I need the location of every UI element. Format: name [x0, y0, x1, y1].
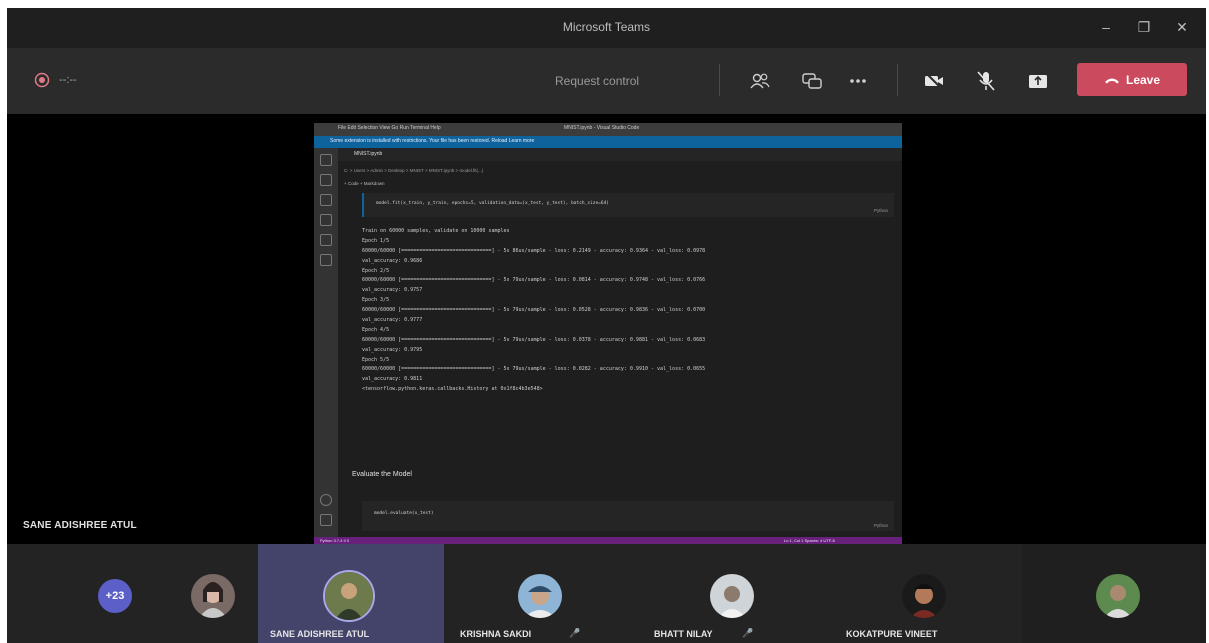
participant-tile-active[interactable]: SANE ADISHREE ATUL: [258, 544, 444, 643]
debug-icon: [320, 214, 332, 226]
phone-hangup-icon: [1104, 78, 1119, 83]
extensions-icon: [320, 234, 332, 246]
output-line: Epoch 2/5: [362, 267, 390, 274]
maximize-icon[interactable]: ❐: [1131, 16, 1157, 38]
participant-tile[interactable]: [167, 544, 257, 643]
account-icon: [320, 494, 332, 506]
explorer-icon: [320, 154, 332, 166]
recording-icon: [34, 72, 50, 88]
participant-tile[interactable]: BHATT NILAY 🎤: [630, 544, 816, 643]
participant-tile[interactable]: KOKATPURE VINEET: [816, 544, 1022, 643]
source-control-icon: [320, 194, 332, 206]
vscode-menu: File Edit Selection View Go Run Terminal…: [338, 125, 441, 131]
vscode-notification-banner: Some extension is installed with restric…: [314, 136, 902, 148]
output-line: 60000/60000 [===========================…: [362, 247, 706, 254]
participant-name: SANE ADISHREE ATUL: [270, 629, 370, 639]
meeting-toolbar: --:-- Request control Leave: [7, 48, 1206, 114]
status-left: Python 3.7.4 0 0: [320, 538, 350, 543]
notebook-code-cell: model.evaluate(x_test) Python: [362, 501, 894, 531]
minimize-icon[interactable]: –: [1093, 16, 1119, 38]
output-line: 60000/60000 [===========================…: [362, 277, 706, 284]
chat-icon[interactable]: [799, 68, 825, 94]
mic-off-icon: 🎤: [569, 628, 581, 638]
cell-output: Train on 60000 samples, validate on 1000…: [362, 227, 894, 395]
output-line: <tensorflow.python.keras.callbacks.Histo…: [362, 386, 543, 393]
participant-name: KRISHNA SAKDI: [460, 629, 532, 639]
request-control-button[interactable]: Request control: [555, 74, 639, 88]
vscode-banner-text: Some extension is installed with restric…: [330, 138, 535, 144]
notebook-code-cell: model.fit(x_train, y_train, epochs=5, va…: [362, 193, 894, 217]
vscode-window-title: MNIST.ipynb - Visual Studio Code: [564, 125, 640, 131]
python-icon: [320, 254, 332, 266]
participant-name: BHATT NILAY: [654, 629, 713, 639]
output-line: 60000/60000 [===========================…: [362, 336, 706, 343]
shared-screen: File Edit Selection View Go Run Terminal…: [314, 123, 902, 545]
settings-gear-icon: [320, 514, 332, 526]
cell-code: model.fit(x_train, y_train, epochs=5, va…: [376, 201, 609, 206]
participant-tile[interactable]: [1022, 544, 1206, 643]
output-line: val_accuracy: 0.9757: [362, 287, 423, 294]
mic-off-icon: 🎤: [742, 628, 754, 638]
avatar: [518, 574, 562, 618]
overflow-participants-badge[interactable]: +23: [98, 579, 132, 613]
vscode-activity-bar: [314, 148, 338, 537]
vscode-tab-label: MNIST.ipynb: [354, 151, 383, 157]
output-line: val_accuracy: 0.9686: [362, 257, 423, 264]
participant-tile[interactable]: KRISHNA SAKDI 🎤: [444, 544, 630, 643]
title-bar: Microsoft Teams – ❐ ✕: [7, 8, 1206, 48]
mic-off-icon[interactable]: [973, 68, 999, 94]
avatar: [710, 574, 754, 618]
toolbar-divider: [719, 64, 720, 96]
vscode-breadcrumb: C: > Users > Admin > Desktop > MNIST > M…: [344, 168, 484, 173]
output-line: val_accuracy: 0.9811: [362, 376, 423, 383]
output-line: 60000/60000 [===========================…: [362, 307, 706, 314]
output-line: Epoch 3/5: [362, 297, 390, 304]
share-tray-icon[interactable]: [1025, 68, 1051, 94]
cell-code: model.evaluate(x_test): [374, 511, 434, 516]
status-right: Ln 1, Col 1 Spaces: 4 UTF-8: [784, 538, 835, 543]
vscode-titlebar: File Edit Selection View Go Run Terminal…: [314, 123, 902, 136]
leave-label: Leave: [1125, 72, 1161, 87]
avatar: [323, 570, 375, 622]
close-icon[interactable]: ✕: [1169, 16, 1195, 38]
output-line: val_accuracy: 0.9795: [362, 346, 423, 353]
output-line: Epoch 5/5: [362, 356, 390, 363]
notebook-cell-toolbar: + Code + Markdown: [344, 181, 385, 186]
search-icon: [320, 174, 332, 186]
cell-language: Python: [873, 523, 888, 528]
window-title: Microsoft Teams: [562, 20, 651, 34]
more-icon[interactable]: [845, 68, 871, 94]
vscode-editor-tab: MNIST.ipynb: [338, 148, 902, 161]
people-icon[interactable]: [747, 68, 773, 94]
participant-name: KOKATPURE VINEET: [846, 629, 938, 639]
avatar: [191, 574, 235, 618]
avatar: [1096, 574, 1140, 618]
cell-language: Python: [873, 208, 888, 213]
output-line: val_accuracy: 0.9777: [362, 317, 423, 324]
presenter-name: SANE ADISHREE ATUL: [23, 520, 137, 531]
toolbar-divider: [897, 64, 898, 96]
participants-strip: +23 SANE ADISHREE ATUL KRISHNA SAKDI 🎤 B…: [7, 544, 1206, 643]
meeting-timer: --:--: [59, 74, 77, 86]
output-line: Train on 60000 samples, validate on 1000…: [362, 228, 510, 234]
markdown-heading: Evaluate the Model: [352, 471, 412, 478]
leave-button[interactable]: Leave: [1077, 63, 1187, 96]
teams-window: Microsoft Teams – ❐ ✕ --:-- Request cont…: [7, 8, 1206, 643]
output-line: 60000/60000 [===========================…: [362, 366, 706, 373]
output-line: Epoch 1/5: [362, 237, 390, 244]
camera-off-icon[interactable]: [921, 68, 947, 94]
output-line: Epoch 4/5: [362, 326, 390, 333]
avatar: [902, 574, 946, 618]
